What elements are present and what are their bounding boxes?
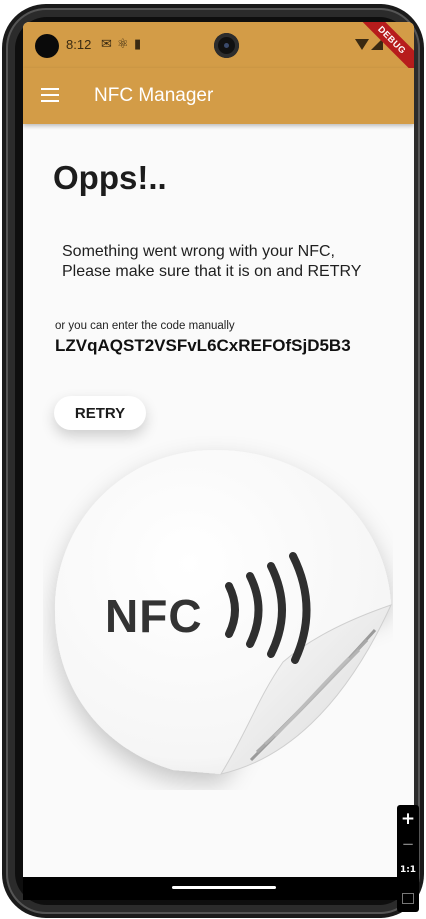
status-bar: 8:12 ✉ ⚛ ▮ DEBUG	[23, 22, 414, 79]
app-bar: NFC Manager	[23, 68, 414, 124]
sd-card-icon: ▮	[134, 36, 142, 51]
notification-icon: ⚛	[117, 36, 129, 51]
error-message: Something went wrong with your NFC, Plea…	[62, 242, 402, 282]
hamburger-menu-icon[interactable]	[41, 88, 59, 102]
error-heading: Opps!..	[53, 159, 167, 196]
phone-screen: 8:12 ✉ ⚛ ▮ DEBUG NFC Manager Opps!.. Som…	[23, 22, 414, 900]
zoom-controls: + − 1:1	[397, 805, 419, 912]
zoom-in-button[interactable]: +	[397, 809, 419, 829]
screenshot-frame: 8:12 ✉ ⚛ ▮ DEBUG NFC Manager Opps!.. Som…	[0, 0, 426, 919]
error-message-line: Something went wrong with your NFC,	[62, 243, 335, 260]
front-camera-icon	[214, 33, 239, 58]
gmail-notification-icon: ✉	[101, 36, 112, 51]
nfc-sticker-label: NFC	[105, 590, 203, 642]
home-gesture-bar[interactable]	[172, 886, 276, 889]
system-navigation-bar	[23, 877, 414, 900]
manual-code-hint: or you can enter the code manually	[55, 320, 235, 332]
fit-screen-icon[interactable]	[397, 889, 419, 908]
status-time: 8:12	[66, 37, 92, 52]
app-title: NFC Manager	[94, 85, 214, 106]
manual-code: LZVqAQST2VSFvL6CxREFOfSjD5B3	[55, 336, 351, 355]
camera-cutout-icon	[35, 34, 59, 58]
wifi-icon	[355, 39, 369, 50]
zoom-reset-button[interactable]: 1:1	[397, 865, 419, 875]
retry-button[interactable]: RETRY	[54, 396, 146, 430]
zoom-out-button[interactable]: −	[397, 835, 419, 853]
nfc-sticker-illustration: NFC	[55, 450, 392, 775]
error-message-line: Please make sure that it is on and RETRY	[62, 263, 362, 280]
